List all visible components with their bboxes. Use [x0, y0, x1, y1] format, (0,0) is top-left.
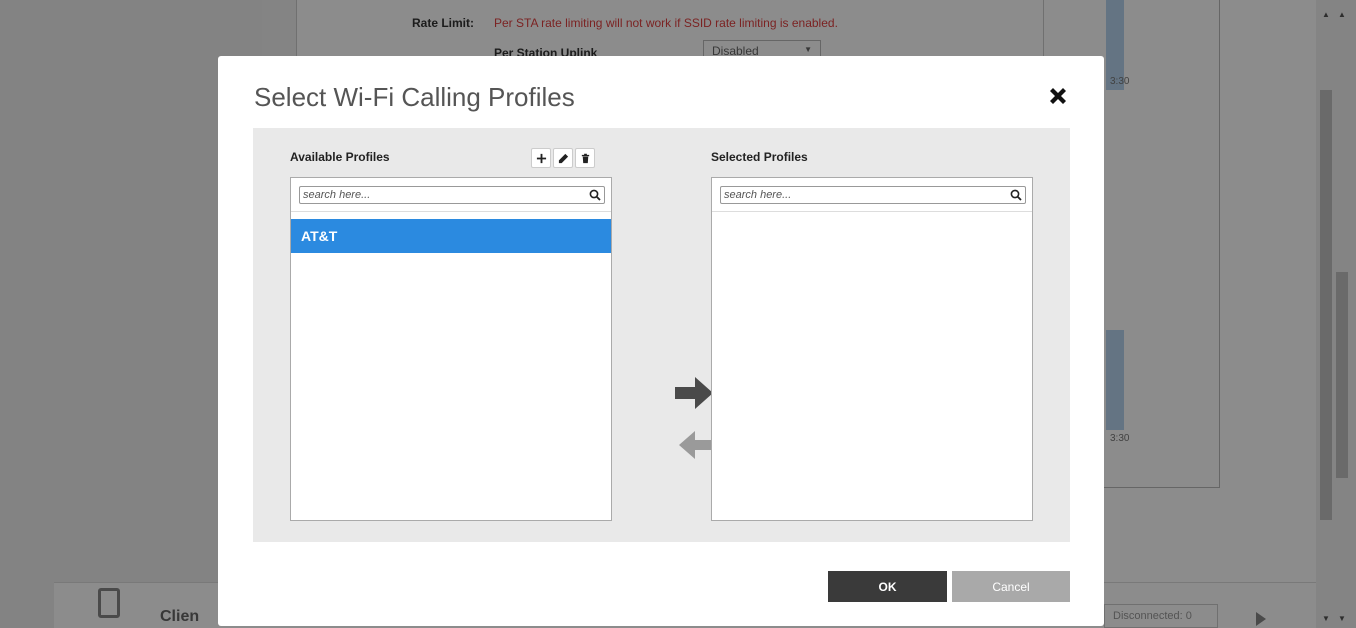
profile-item-att[interactable]: AT&T: [291, 219, 611, 253]
list-divider: [712, 211, 1032, 212]
available-search-input[interactable]: [303, 188, 583, 202]
trash-icon: [581, 153, 589, 163]
selected-profiles-heading: Selected Profiles: [711, 150, 808, 164]
search-icon: [1010, 189, 1022, 201]
add-profile-button[interactable]: [531, 148, 551, 168]
arrow-right-icon[interactable]: [675, 376, 713, 410]
selected-search-input[interactable]: [724, 188, 1004, 202]
available-profiles-list: AT&T: [290, 177, 612, 521]
ok-button[interactable]: OK: [828, 571, 947, 602]
available-profiles-heading: Available Profiles: [290, 150, 390, 164]
dialog-body: Available Profiles AT&T: [253, 128, 1070, 542]
selected-search-box[interactable]: [720, 186, 1026, 204]
dialog-title: Select Wi-Fi Calling Profiles: [254, 82, 575, 112]
close-button[interactable]: [1046, 84, 1070, 108]
available-search-box[interactable]: [299, 186, 605, 204]
selected-profiles-list: [711, 177, 1033, 521]
search-icon: [589, 189, 601, 201]
edit-profile-button[interactable]: [553, 148, 573, 168]
delete-profile-button[interactable]: [575, 148, 595, 168]
arrow-left-icon[interactable]: [679, 430, 713, 460]
cancel-button[interactable]: Cancel: [952, 571, 1070, 602]
close-icon: [1050, 88, 1066, 104]
list-divider: [291, 211, 611, 212]
wifi-calling-profiles-dialog: Select Wi-Fi Calling Profiles Available …: [218, 56, 1104, 626]
pencil-icon: [558, 153, 568, 163]
plus-icon: [536, 153, 546, 163]
